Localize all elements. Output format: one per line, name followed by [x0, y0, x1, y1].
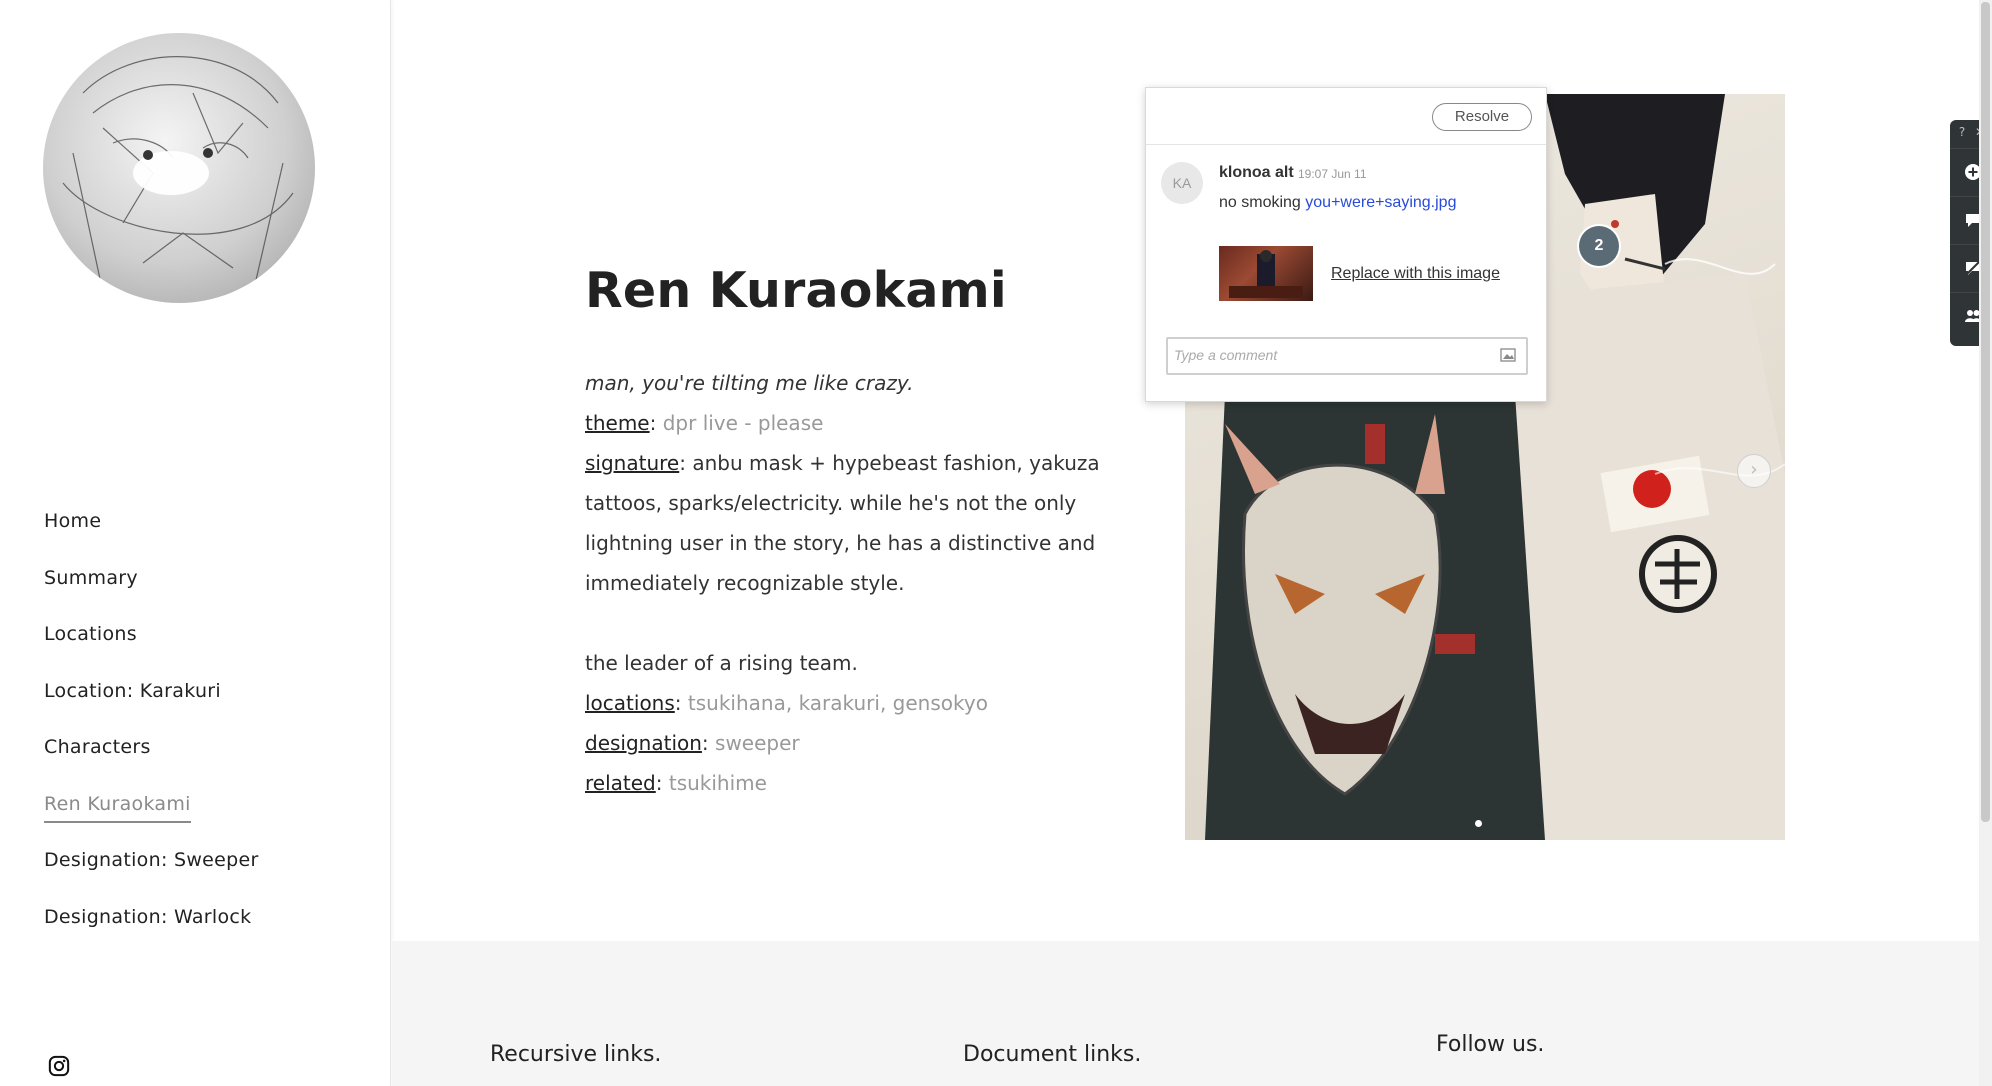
comment-timestamp: 19:07 Jun 11: [1298, 167, 1367, 181]
leader-line: the leader of a rising team.: [585, 651, 858, 675]
comment-input[interactable]: [1168, 339, 1480, 371]
locations-line: locations: tsukihana, karakuri, gensokyo: [585, 691, 988, 715]
nav-item-label[interactable]: Locations: [44, 623, 137, 651]
designation-value[interactable]: sweeper: [715, 731, 800, 755]
nav-item-location-karakuri[interactable]: Location: Karakuri: [44, 680, 259, 737]
footer-recursive-links-heading: Recursive links.: [490, 1042, 662, 1067]
nav-item-label[interactable]: Designation: Sweeper: [44, 849, 259, 877]
nav-item-label[interactable]: Location: Karakuri: [44, 680, 221, 708]
nav-item-label[interactable]: Designation: Warlock: [44, 906, 251, 934]
theme-value[interactable]: dpr live - please: [663, 411, 824, 435]
nav-item-locations[interactable]: Locations: [44, 623, 259, 680]
comment-author: klonoa alt: [1219, 164, 1294, 181]
comment-text: no smoking: [1219, 194, 1306, 211]
nav-item-label[interactable]: Home: [44, 510, 101, 538]
resolve-button[interactable]: Resolve: [1432, 103, 1532, 131]
comment-image-thumbnail[interactable]: [1219, 246, 1313, 301]
nav-item-label[interactable]: Ren Kuraokami: [44, 793, 191, 823]
nav-item-home[interactable]: Home: [44, 510, 259, 567]
carousel-dot[interactable]: [1475, 820, 1482, 827]
location-link-karakuri[interactable]: karakuri: [799, 691, 880, 715]
locations-label[interactable]: locations: [585, 691, 675, 715]
comment-body: no smoking you+were+saying.jpg: [1219, 194, 1456, 212]
tagline: man, you're tilting me like crazy.: [585, 371, 914, 395]
related-label[interactable]: related: [585, 771, 656, 795]
nav-item-ren-kuraokami[interactable]: Ren Kuraokami: [44, 793, 259, 850]
footer-document-links-heading: Document links.: [963, 1042, 1142, 1067]
thumbnail-image: [1229, 250, 1303, 298]
site-avatar[interactable]: [43, 33, 315, 303]
nav-item-label[interactable]: Characters: [44, 736, 151, 764]
replace-with-image-link[interactable]: Replace with this image: [1331, 265, 1500, 283]
nav-item-designation-warlock[interactable]: Designation: Warlock: [44, 906, 259, 963]
nav-item-label[interactable]: Summary: [44, 567, 138, 595]
chevron-right-icon[interactable]: ›: [1737, 454, 1771, 488]
nav-item-summary[interactable]: Summary: [44, 567, 259, 624]
footer-follow-us-heading: Follow us.: [1436, 1032, 1545, 1057]
character-description: man, you're tilting me like crazy. theme…: [585, 363, 1105, 803]
instagram-icon[interactable]: [48, 1055, 70, 1077]
scrollbar-thumb[interactable]: [1981, 2, 1990, 822]
designation-line: designation: sweeper: [585, 731, 800, 755]
commenter-avatar: KA: [1161, 162, 1203, 204]
theme-line: theme: dpr live - please: [585, 411, 824, 435]
related-value[interactable]: tsukihime: [669, 771, 767, 795]
location-link-gensokyo[interactable]: gensokyo: [893, 691, 988, 715]
comment-input-box[interactable]: [1166, 337, 1528, 375]
signature-line: signature: anbu mask + hypebeast fashion…: [585, 443, 1105, 603]
avatar-sketch-image: [62, 56, 294, 294]
theme-label[interactable]: theme: [585, 411, 650, 435]
sidebar-nav: Home Summary Locations Location: Karakur…: [44, 510, 259, 962]
signature-label[interactable]: signature: [585, 451, 679, 475]
page-scrollbar[interactable]: [1979, 0, 1992, 1086]
comment-marker-badge[interactable]: 2: [1579, 226, 1619, 266]
comment-popover: Resolve KA klonoa alt 19:07 Jun 11 no sm…: [1145, 87, 1547, 402]
designation-label[interactable]: designation: [585, 731, 702, 755]
insert-image-icon[interactable]: [1500, 348, 1516, 362]
help-icon[interactable]: ?: [1954, 124, 1970, 140]
related-line: related: tsukihime: [585, 771, 767, 795]
location-link-tsukihana[interactable]: tsukihana: [688, 691, 786, 715]
comment-attachment-link[interactable]: you+were+saying.jpg: [1305, 194, 1456, 211]
nav-item-characters[interactable]: Characters: [44, 736, 259, 793]
comment-divider: [1146, 144, 1546, 145]
main-content: Ren Kuraokami man, you're tilting me lik…: [391, 0, 1978, 1086]
sidebar: Home Summary Locations Location: Karakur…: [0, 0, 391, 1086]
nav-item-designation-sweeper[interactable]: Designation: Sweeper: [44, 849, 259, 906]
page-title: Ren Kuraokami: [585, 262, 1007, 319]
